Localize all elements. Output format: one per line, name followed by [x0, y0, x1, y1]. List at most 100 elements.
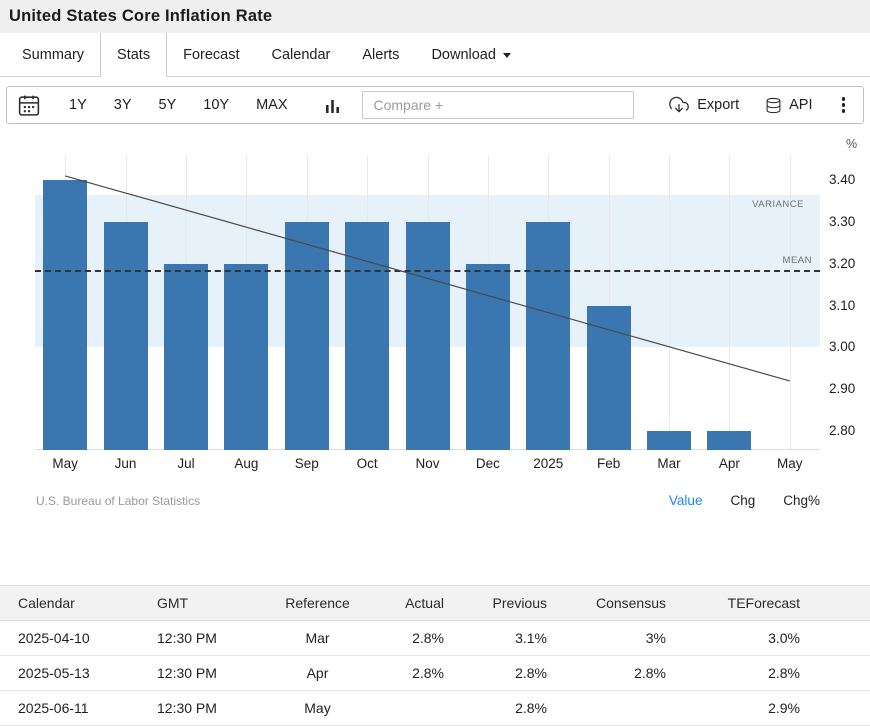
y-axis-label: 2.90 [829, 381, 855, 396]
chart-bar-oct[interactable] [345, 222, 389, 450]
x-axis-label: Feb [578, 456, 638, 471]
tab-alerts[interactable]: Alerts [346, 33, 415, 77]
y-axis-label: 3.10 [829, 298, 855, 313]
column-header-reference: Reference [260, 586, 375, 621]
cell-teforecast: 2.9% [695, 691, 870, 726]
vertical-ellipsis-icon [842, 97, 846, 113]
cell-calendar: 2025-06-11 [0, 691, 145, 726]
chart-bar-feb[interactable] [587, 306, 631, 450]
column-header-teforecast: TEForecast [695, 586, 870, 621]
source-link[interactable]: U.S. Bureau of Labor Statistics [36, 494, 200, 508]
cell-calendar: 2025-04-10 [0, 621, 145, 656]
chart-bar-jul[interactable] [164, 264, 208, 450]
legend-chgpct[interactable]: Chg% [783, 493, 820, 508]
range-button-3y[interactable]: 3Y [111, 95, 135, 115]
api-button[interactable]: API [759, 92, 818, 119]
toolbar: 1Y 3Y 5Y 10Y MAX Export [6, 86, 864, 124]
page: United States Core Inflation Rate Summar… [0, 0, 870, 726]
chart-bar-dec[interactable] [466, 264, 510, 450]
data-table: CalendarGMTReferenceActualPreviousConsen… [0, 585, 870, 726]
column-header-calendar: Calendar [0, 586, 145, 621]
x-axis-label: Jun [95, 456, 155, 471]
legend-value[interactable]: Value [669, 493, 703, 508]
mean-label: MEAN [783, 255, 812, 266]
compare-input[interactable] [362, 91, 634, 119]
cell-teforecast: 2.8% [695, 656, 870, 691]
tab-bar: Summary Stats ForecastCalendar Alerts Downlo… [0, 33, 870, 77]
cell-actual: 2.8% [375, 621, 470, 656]
tab-label: Stats [117, 47, 150, 63]
cell-previous: 2.8% [470, 656, 575, 691]
export-button[interactable]: Export [662, 91, 745, 119]
chart-bar-mar[interactable] [647, 431, 691, 450]
chart-bar-apr[interactable] [707, 431, 751, 450]
tab-stats[interactable]: Stats [100, 33, 167, 77]
export-label: Export [697, 97, 739, 113]
x-axis-label: Dec [458, 456, 518, 471]
range-group: 1Y 3Y 5Y 10Y MAX [66, 95, 311, 115]
legend-chg[interactable]: Chg [730, 493, 755, 508]
tab-forecast[interactable]: Forecast [167, 33, 255, 77]
chart-bar-jun[interactable] [104, 222, 148, 450]
cell-teforecast: 3.0% [695, 621, 870, 656]
calendar-icon [16, 93, 42, 118]
range-button-10y[interactable]: 10Y [200, 95, 232, 115]
y-axis-label: 3.40 [829, 172, 855, 187]
range-button-max[interactable]: MAX [253, 95, 290, 115]
tab-calendar[interactable]: Calendar [256, 33, 347, 77]
table-row: 2025-04-1012:30 PMMar2.8%3.1%3%3.0% [0, 621, 870, 656]
chart-bar-may[interactable] [43, 180, 87, 450]
tab-label: Summary [22, 47, 84, 63]
plot-area: VARIANCE MEAN [35, 155, 820, 450]
page-header: United States Core Inflation Rate [0, 0, 870, 33]
x-axis-label: Oct [337, 456, 397, 471]
chart-bar-aug[interactable] [224, 264, 268, 450]
cell-consensus: 2.8% [575, 656, 695, 691]
chart-type-button[interactable] [325, 97, 340, 114]
mean-line [35, 270, 820, 272]
y-axis-label: 3.20 [829, 256, 855, 271]
variance-label: VARIANCE [752, 199, 804, 210]
chart-panel: % VARIANCEMEAN 3.403.303.203.103.002.902… [6, 132, 864, 538]
column-header-consensus: Consensus [575, 586, 695, 621]
tab-label: Alerts [362, 47, 399, 63]
range-button-5y[interactable]: 5Y [156, 95, 180, 115]
x-axis: MayJunJulAugSepOctNovDec2025FebMarAprMay [35, 456, 820, 474]
y-axis-label: 3.00 [829, 339, 855, 354]
api-label: API [789, 97, 812, 113]
table-row: 2025-05-1312:30 PMApr2.8%2.8%2.8%2.8% [0, 656, 870, 691]
y-axis-label: 3.30 [829, 214, 855, 229]
legend: Value Chg Chg% [669, 493, 820, 508]
column-header-gmt: GMT [145, 586, 260, 621]
tab-summary[interactable]: Summary [6, 33, 100, 77]
cell-reference: Mar [260, 621, 375, 656]
chart-bar-nov[interactable] [406, 222, 450, 450]
x-axis-label: Aug [216, 456, 276, 471]
tab-download[interactable]: Download [415, 33, 527, 77]
tab-label: Download [431, 47, 496, 63]
date-range-button[interactable] [16, 93, 42, 118]
cell-consensus: 3% [575, 621, 695, 656]
x-axis-label: Jul [156, 456, 216, 471]
y-axis: 3.403.303.203.103.002.902.80 [829, 155, 869, 450]
chart-bar-sep[interactable] [285, 222, 329, 450]
toolbar-right: Export API [662, 91, 854, 120]
caret-down-icon [503, 53, 511, 58]
database-icon [765, 96, 782, 115]
x-axis-label: Nov [397, 456, 457, 471]
bar-chart-icon [325, 97, 340, 114]
table-header: CalendarGMTReferenceActualPreviousConsen… [0, 586, 870, 621]
chart-bar-2025[interactable] [526, 222, 570, 450]
x-axis-label: Sep [277, 456, 337, 471]
range-button-1y[interactable]: 1Y [66, 95, 90, 115]
table-header-row: CalendarGMTReferenceActualPreviousConsen… [0, 586, 870, 621]
cell-previous: 3.1% [470, 621, 575, 656]
cell-reference: Apr [260, 656, 375, 691]
chart-footer: U.S. Bureau of Labor Statistics Value Chg… [36, 493, 820, 508]
more-menu-button[interactable] [833, 91, 855, 120]
cell-gmt: 12:30 PM [145, 691, 260, 726]
cell-gmt: 12:30 PM [145, 621, 260, 656]
gridline [729, 155, 730, 449]
x-axis-label: Apr [699, 456, 759, 471]
x-axis-label: May [760, 456, 820, 471]
